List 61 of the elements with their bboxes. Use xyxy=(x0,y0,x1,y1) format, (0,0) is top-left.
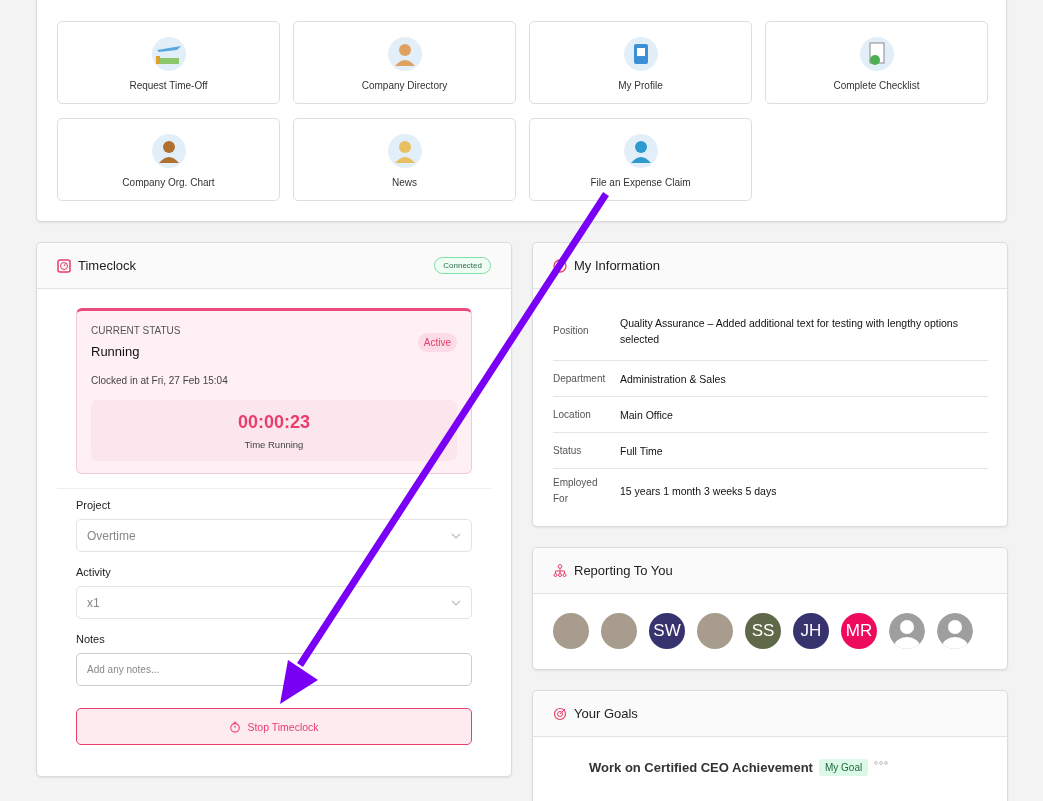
field-label: Notes xyxy=(76,633,106,645)
clock-icon xyxy=(57,258,71,273)
initials-avatar[interactable]: SS xyxy=(745,613,781,649)
shortcut-tile[interactable]: File an Expense Claim xyxy=(529,118,752,201)
status-badge: Active xyxy=(417,333,457,352)
timer-value: 00:00:23 xyxy=(237,411,311,433)
chevron-down-icon xyxy=(451,599,461,606)
field-label: Project xyxy=(76,499,112,511)
person-silhouette-icon[interactable] xyxy=(937,613,973,649)
status-value: Running xyxy=(91,344,141,359)
illustration-icon xyxy=(150,36,187,72)
shortcut-tile[interactable]: Request Time-Off xyxy=(57,21,280,104)
shortcut-tile[interactable]: Company Directory xyxy=(293,21,516,104)
info-value: Administration & Sales xyxy=(620,371,727,387)
illustration-icon xyxy=(622,133,659,169)
initials-avatar[interactable]: JH xyxy=(793,613,829,649)
initials-avatar[interactable]: SW xyxy=(649,613,685,649)
select-field[interactable]: Overtime xyxy=(76,519,472,552)
status-label: CURRENT STATUS xyxy=(91,325,181,336)
clocked-in-text: Clocked in at Fri, 27 Feb 15:04 xyxy=(91,375,229,386)
person-silhouette-icon[interactable] xyxy=(889,613,925,649)
initials-avatar[interactable]: MR xyxy=(841,613,877,649)
notes-field[interactable]: Add any notes... xyxy=(76,653,472,686)
more-icon[interactable] xyxy=(874,760,889,765)
chevron-down-icon xyxy=(451,532,461,539)
photo-placeholder[interactable] xyxy=(601,613,637,649)
info-value: 15 years 1 month 3 weeks 5 days xyxy=(620,483,778,499)
photo-placeholder[interactable] xyxy=(553,613,589,649)
stop-timeclock-button[interactable]: Stop Timeclock xyxy=(76,708,472,745)
shortcut-tile[interactable]: My Profile xyxy=(529,21,752,104)
card-title: Reporting To You xyxy=(574,563,674,578)
card-title: Timeclock xyxy=(78,258,138,273)
illustration-icon xyxy=(622,36,659,72)
shortcut-tile[interactable]: Complete Checklist xyxy=(765,21,988,104)
info-label: Status xyxy=(553,443,583,458)
card-title: Your Goals xyxy=(574,706,639,721)
info-value: Quality Assurance – Added additional text for testing with lengthy options selected xyxy=(620,315,959,347)
hierarchy-icon xyxy=(553,563,567,578)
connection-badge: Connected xyxy=(434,257,491,274)
info-value: Full Time xyxy=(620,443,664,459)
card-title: My Information xyxy=(574,258,661,273)
goal-title[interactable]: Work on Certified CEO Achievement xyxy=(589,760,813,775)
illustration-icon xyxy=(386,36,423,72)
info-value: Main Office xyxy=(620,407,674,423)
illustration-icon xyxy=(150,133,187,169)
stopwatch-icon xyxy=(229,720,242,733)
info-label: Department xyxy=(553,371,607,386)
photo-placeholder[interactable] xyxy=(697,613,733,649)
illustration-icon xyxy=(858,36,895,72)
info-label: Position xyxy=(553,323,590,338)
timer-label: Time Running xyxy=(244,438,304,450)
info-label: Employed For xyxy=(553,475,599,506)
shortcut-tile[interactable]: News xyxy=(293,118,516,201)
info-icon xyxy=(553,258,567,273)
target-icon xyxy=(553,706,567,721)
info-label: Location xyxy=(553,407,592,422)
illustration-icon xyxy=(386,133,423,169)
select-field[interactable]: x1 xyxy=(76,586,472,619)
goal-tag: My Goal xyxy=(818,759,869,776)
field-label: Activity xyxy=(76,566,112,578)
shortcut-tile[interactable]: Company Org. Chart xyxy=(57,118,280,201)
